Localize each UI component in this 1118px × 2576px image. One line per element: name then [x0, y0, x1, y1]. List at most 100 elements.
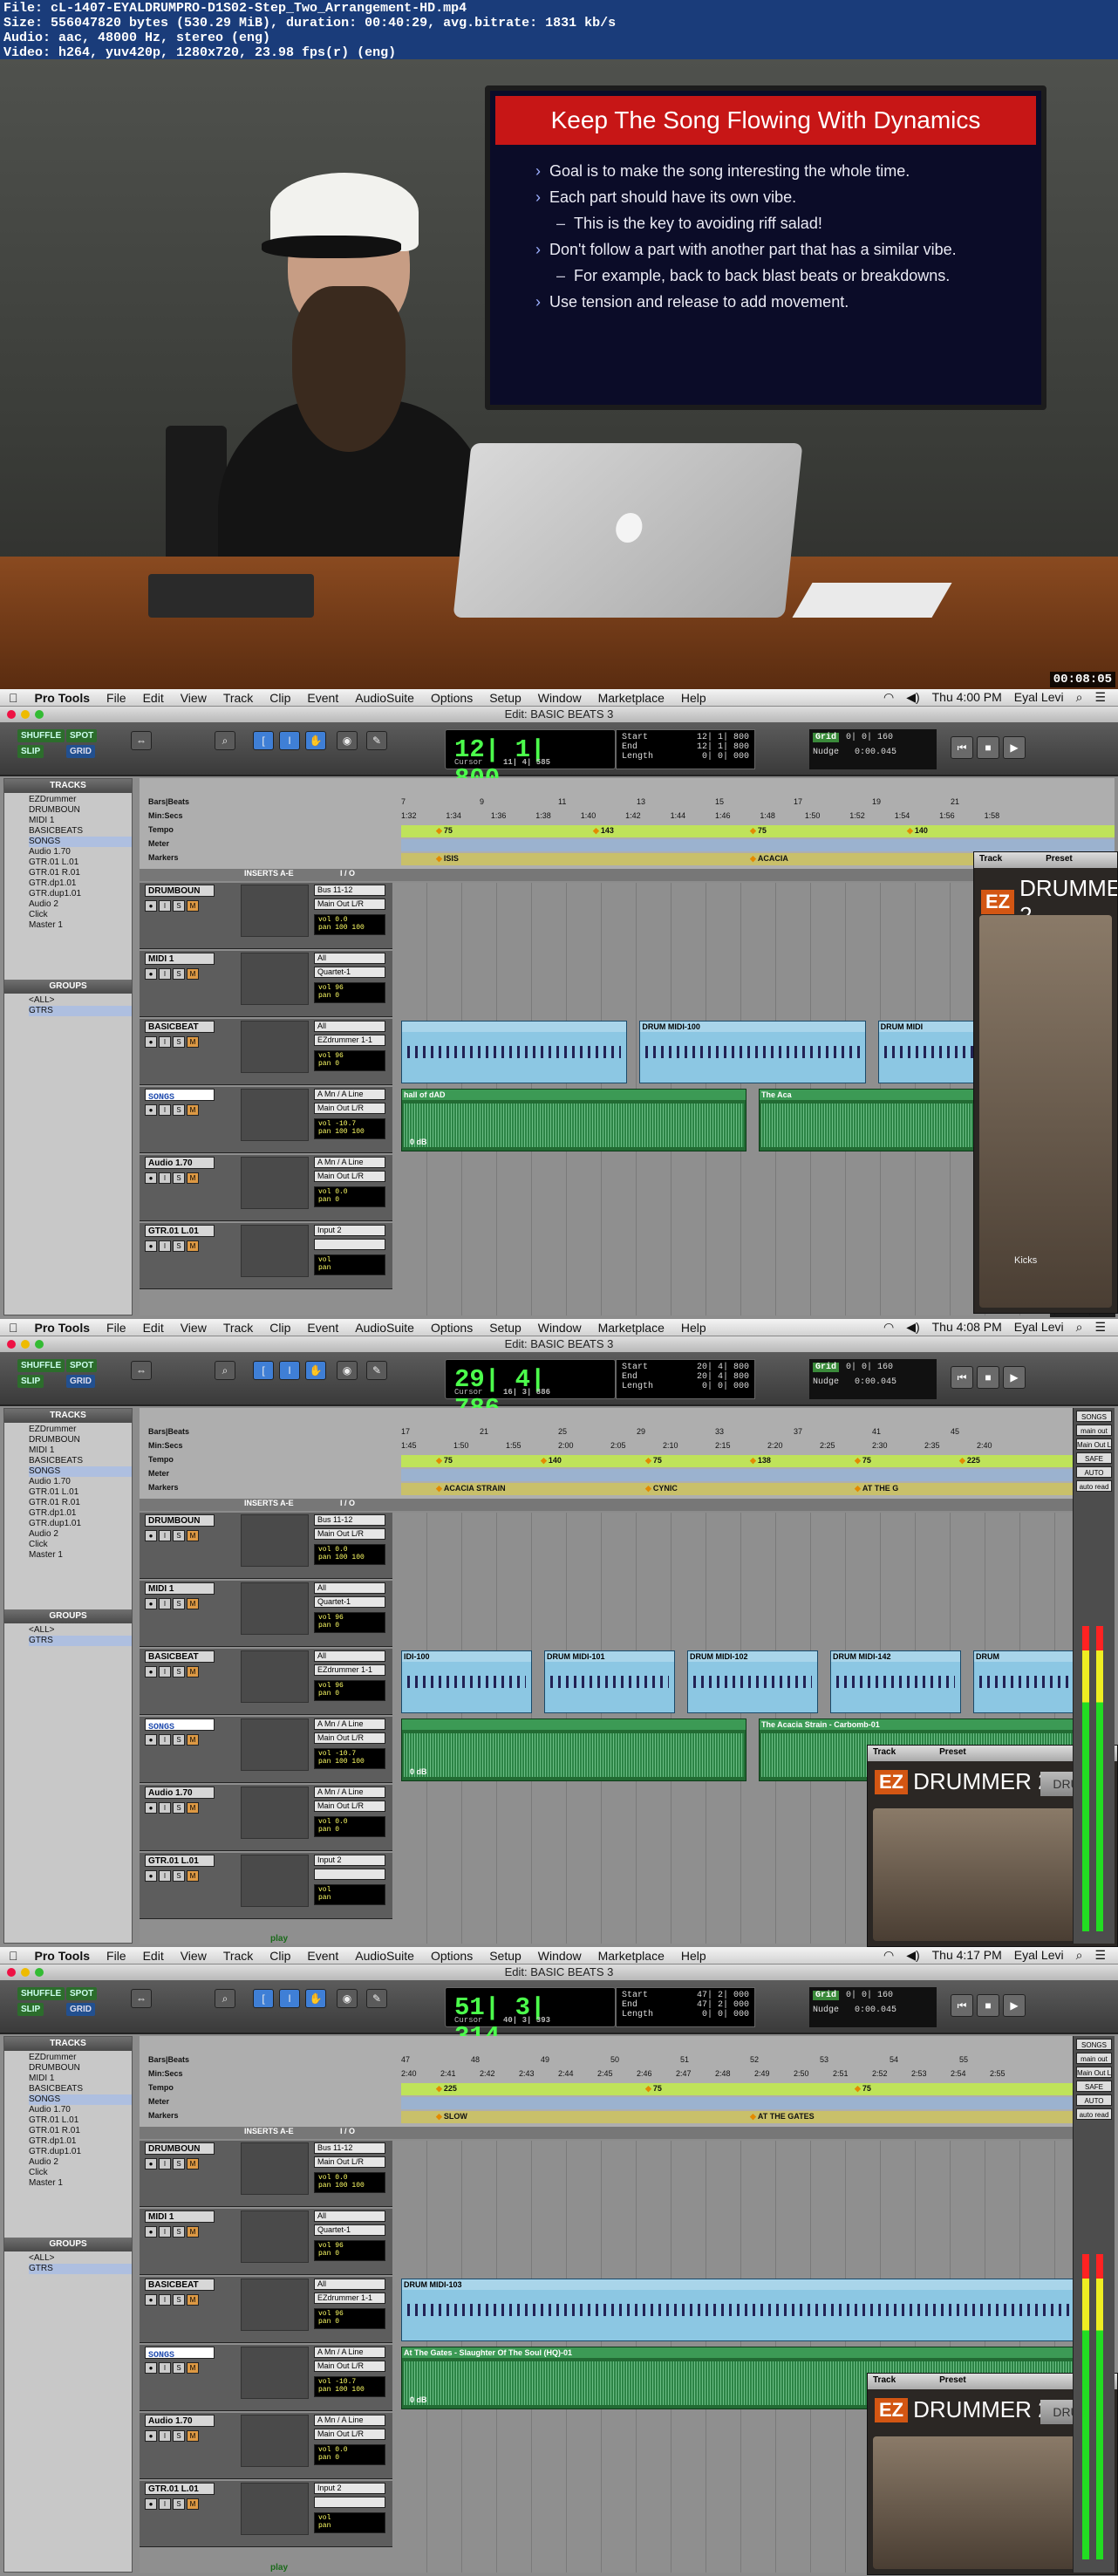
wifi-icon[interactable]: ◠ [883, 690, 894, 705]
track-header[interactable]: MIDI 1 ● I S M All Quartet-1 vol 96 pan 0 [140, 1581, 392, 1647]
track-list-item[interactable]: Master 1 [29, 1550, 132, 1561]
menu-setup[interactable]: Setup [489, 1321, 522, 1335]
mute-button[interactable]: M [187, 968, 199, 980]
menu-view[interactable]: View [181, 691, 207, 705]
output-selector[interactable]: Main Out L/R [314, 1103, 385, 1114]
audio-clip[interactable] [401, 1718, 746, 1781]
stop-icon[interactable]: ■ [977, 736, 999, 759]
minimize-icon[interactable] [21, 710, 30, 719]
menu-help[interactable]: Help [681, 691, 706, 705]
menu-file[interactable]: File [106, 691, 126, 705]
inserts-slot[interactable] [241, 1582, 309, 1635]
record-button[interactable]: ● [145, 2294, 157, 2306]
trim-tool-icon[interactable]: [ [253, 1361, 274, 1380]
track-header[interactable]: SONGS ● I S M A Mn / A Line Main Out L/R vol -1… [140, 1717, 392, 1783]
volume-icon[interactable]: ◀) [906, 1948, 919, 1963]
track-name[interactable]: GTR.01 L.01 [145, 2483, 215, 2495]
group-list-item[interactable]: <ALL> [29, 1625, 132, 1636]
tempo-marker[interactable]: 75 [645, 1456, 662, 1466]
main-counter[interactable]: 51| 3| 314Cursor40| 3| 393 [445, 1987, 616, 2051]
notification-icon[interactable]: ☰ [1094, 690, 1106, 705]
track-name[interactable]: SONGS [145, 1089, 215, 1101]
mute-button[interactable]: M [187, 1802, 199, 1814]
inserts-slot[interactable] [241, 2210, 309, 2263]
output-selector[interactable]: Quartet-1 [314, 967, 385, 978]
tempo-marker[interactable]: 225 [959, 1456, 980, 1466]
input-selector[interactable]: A Mn / A Line [314, 2415, 385, 2426]
inserts-slot[interactable] [241, 1021, 309, 1073]
input-button[interactable]: I [159, 2226, 171, 2238]
grid-nudge-display[interactable]: Grid 0| 0| 160 Nudge 0:00.045 [809, 1359, 937, 1399]
input-button[interactable]: I [159, 2158, 171, 2169]
menu-setup[interactable]: Setup [489, 1949, 522, 1963]
song-marker[interactable]: ACACIA STRAIN [436, 1484, 506, 1493]
track-header[interactable]: Audio 1.70 ● I S M A Mn / A Line Main Out L/R v… [140, 2413, 392, 2479]
track-list-item[interactable]: GTR.01 L.01 [29, 2115, 132, 2126]
record-button[interactable]: ● [145, 1172, 157, 1184]
song-marker[interactable]: ACACIA [750, 854, 788, 864]
rewind-icon[interactable]: ⏮ [951, 1366, 973, 1389]
main-out-selector[interactable]: main out [1076, 1425, 1112, 1436]
menu-window[interactable]: Window [538, 1321, 582, 1335]
scrub-tool-icon[interactable]: ◉ [337, 1989, 358, 2008]
track-name[interactable]: DRUMBOUN [145, 1514, 215, 1527]
solo-button[interactable]: S [173, 1530, 185, 1541]
volume-pan-display[interactable]: vol 96 pan 0 [314, 2308, 385, 2329]
spotlight-icon[interactable]: ⌕ [1076, 1948, 1083, 1963]
track-header[interactable]: GTR.01 L.01 ● I S M Input 2 vol pan [140, 1853, 392, 1919]
solo-button[interactable]: S [173, 1598, 185, 1609]
menu-clock[interactable]: Thu 4:17 PM [932, 1948, 1002, 1963]
tempo-marker[interactable]: 143 [593, 826, 614, 836]
track-list-item[interactable]: BASICBEATS [29, 1456, 132, 1466]
inserts-slot[interactable] [241, 1718, 309, 1771]
shuffle-mode-button[interactable]: SHUFFLE [17, 1987, 65, 2000]
record-button[interactable]: ● [145, 1870, 157, 1882]
tempo-marker[interactable]: 225 [436, 2084, 457, 2094]
volume-icon[interactable]: ◀) [906, 690, 919, 705]
inserts-slot[interactable] [241, 885, 309, 937]
input-selector[interactable]: All [314, 1650, 385, 1662]
track-header[interactable]: DRUMBOUN ● I S M Bus 11-12 Main Out L/R vol 0.0… [140, 1513, 392, 1579]
track-list-item[interactable]: Audio 2 [29, 1529, 132, 1540]
menu-window[interactable]: Window [538, 1949, 582, 1963]
input-button[interactable]: I [159, 1104, 171, 1116]
volume-pan-display[interactable]: vol -10.7 pan 100 100 [314, 1118, 385, 1139]
input-selector[interactable]: A Mn / A Line [314, 1089, 385, 1100]
track-list-item[interactable]: Audio 2 [29, 899, 132, 910]
track-list-item[interactable]: DRUMBOUN [29, 805, 132, 816]
zoom-tool-icon[interactable]: ⇔ [131, 731, 152, 750]
spot-mode-button[interactable]: SPOT [66, 1987, 98, 2000]
apple-menu-icon[interactable]:  [9, 691, 18, 705]
track-header[interactable]: BASICBEAT ● I S M All EZdrummer 1-1 vol 96 pan 0 [140, 1649, 392, 1715]
track-header[interactable]: GTR.01 L.01 ● I S M Input 2 vol pan [140, 2481, 392, 2547]
songs-selector[interactable]: SONGS [1076, 2039, 1112, 2050]
track-name[interactable]: DRUMBOUN [145, 885, 215, 897]
spot-mode-button[interactable]: SPOT [66, 729, 98, 742]
midi-clip[interactable]: IDI-100 [401, 1650, 532, 1713]
stop-icon[interactable]: ■ [977, 1366, 999, 1389]
track-list-item[interactable]: GTR.dp1.01 [29, 1508, 132, 1519]
main-counter[interactable]: 29| 4| 786Cursor16| 3| 886 [445, 1359, 616, 1423]
record-button[interactable]: ● [145, 2226, 157, 2238]
track-list-item[interactable]: Master 1 [29, 920, 132, 931]
input-selector[interactable]: Bus 11-12 [314, 2142, 385, 2154]
output-selector[interactable]: Main Out L/R [314, 2429, 385, 2440]
menu-clip[interactable]: Clip [269, 1321, 290, 1335]
track-list-item[interactable]: EZDrummer [29, 1425, 132, 1435]
track-list-item[interactable]: Audio 1.70 [29, 1477, 132, 1487]
pencil-tool-icon[interactable]: ✎ [366, 731, 387, 750]
mute-button[interactable]: M [187, 1870, 199, 1882]
menu-track[interactable]: Track [223, 1949, 253, 1963]
shuffle-mode-button[interactable]: SHUFFLE [17, 729, 65, 742]
input-selector[interactable]: A Mn / A Line [314, 2347, 385, 2358]
input-button[interactable]: I [159, 968, 171, 980]
inserts-slot[interactable] [241, 953, 309, 1005]
track-header[interactable]: DRUMBOUN ● I S M Bus 11-12 Main Out L/R vol 0.0… [140, 2141, 392, 2207]
grid-mode-button[interactable]: GRID [66, 745, 95, 758]
output-selector[interactable] [314, 2497, 385, 2508]
input-button[interactable]: I [159, 1734, 171, 1746]
inserts-slot[interactable] [241, 1855, 309, 1907]
trim-tool-icon[interactable]: [ [253, 731, 274, 750]
record-button[interactable]: ● [145, 2498, 157, 2510]
track-header[interactable]: BASICBEAT ● I S M All EZdrummer 1-1 vol 96 pan 0 [140, 1019, 392, 1085]
